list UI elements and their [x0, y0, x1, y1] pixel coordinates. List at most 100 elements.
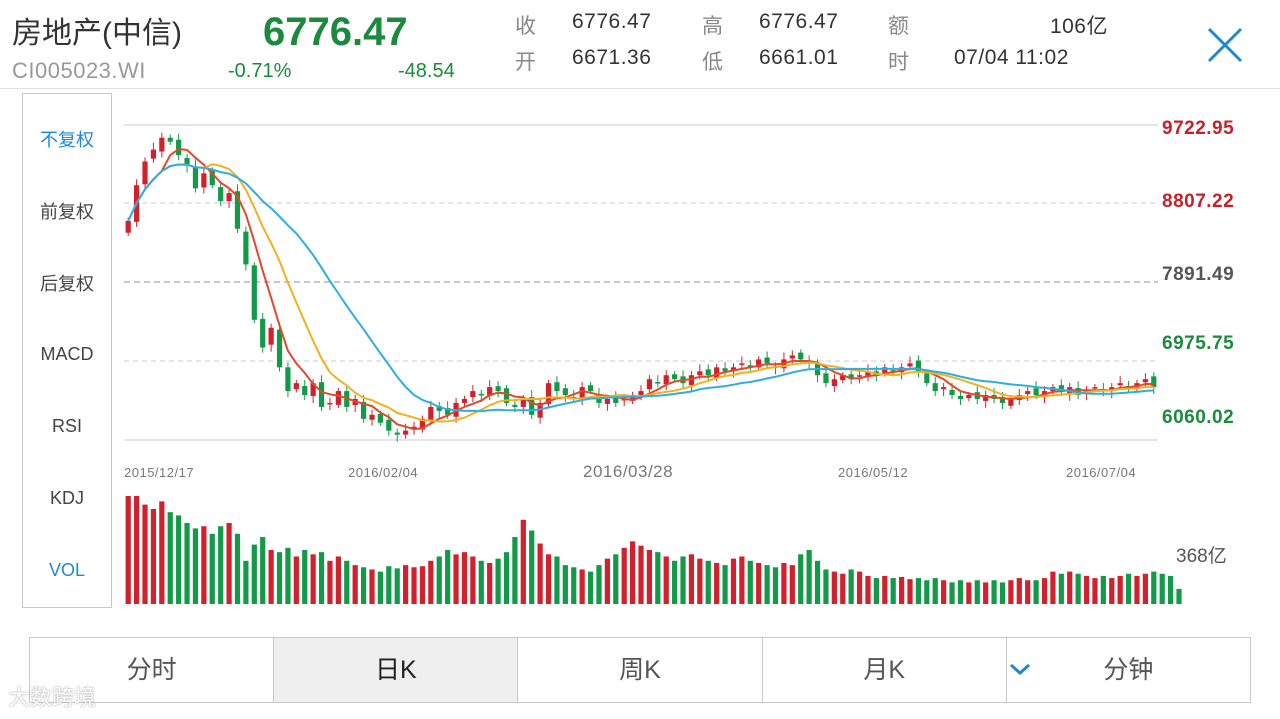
volume-bar: [571, 567, 577, 604]
candle-body: [201, 173, 207, 188]
volume-bar: [369, 569, 375, 604]
volume-bar: [949, 582, 955, 604]
volume-bar: [268, 550, 274, 604]
volume-bar: [470, 556, 476, 604]
volume-bar: [150, 508, 157, 604]
volume-bar: [714, 562, 720, 604]
candle-body: [470, 391, 476, 398]
period-tabs: 分时 日K 周K 月K 分钟: [29, 637, 1251, 703]
volume-bar: [461, 552, 468, 604]
volume-bar: [545, 554, 552, 604]
volume-bar: [1075, 573, 1081, 604]
candle-body: [646, 379, 653, 390]
candle-body: [318, 382, 325, 407]
candle-body: [1142, 379, 1148, 383]
candle-body: [789, 355, 795, 359]
volume-bar: [243, 560, 249, 604]
candle-body: [478, 393, 484, 396]
candle-body: [150, 149, 157, 159]
tab-weekly-k[interactable]: 周K: [518, 638, 763, 702]
volume-bar: [377, 571, 384, 604]
candle-body: [554, 382, 560, 392]
volume-bar: [318, 552, 325, 604]
volume-bar: [1142, 573, 1148, 604]
candle-body: [268, 327, 274, 345]
volume-bar: [1025, 580, 1031, 604]
volume-bar: [663, 556, 669, 604]
volume-bar: [865, 575, 871, 604]
y-tick-label: 8807.22: [1162, 191, 1235, 212]
kline-chart[interactable]: [0, 0, 1280, 719]
volume-bar: [495, 558, 501, 604]
volume-bar: [672, 560, 678, 604]
volume-bar: [184, 523, 190, 604]
volume-bar: [226, 523, 232, 604]
volume-bar: [823, 569, 829, 604]
volume-bar: [344, 560, 350, 604]
candle-body: [672, 374, 678, 380]
volume-bar: [999, 582, 1006, 604]
candle-body: [831, 379, 837, 387]
watermark: 大数跨境: [8, 685, 97, 710]
volume-bar: [915, 578, 922, 604]
tab-minute[interactable]: 分钟: [1007, 638, 1250, 702]
x-tick-label: 2016/07/04: [1066, 465, 1137, 480]
candle-body: [798, 352, 804, 360]
volume-bar: [529, 530, 535, 604]
volume-bar: [1033, 580, 1039, 604]
x-tick-label: 2016/05/12: [838, 465, 909, 480]
volume-bar: [327, 560, 333, 604]
candle-body: [218, 187, 224, 202]
volume-bar: [201, 526, 207, 604]
volume-bar: [596, 565, 602, 604]
candle-body: [176, 139, 182, 156]
candle-body: [276, 329, 283, 368]
volume-bar: [621, 547, 627, 604]
volume-bar: [974, 580, 980, 604]
volume-bar: [1058, 573, 1064, 604]
volume-bar: [579, 569, 585, 604]
candle-body: [512, 404, 518, 407]
volume-bar: [512, 537, 518, 604]
volume-bar: [352, 565, 358, 604]
volume-bar: [335, 556, 341, 604]
candle-body: [932, 383, 938, 392]
candle-body: [663, 375, 669, 385]
candle-body: [394, 432, 400, 435]
volume-bar: [293, 556, 299, 604]
candle-body: [714, 367, 720, 379]
volume-bar: [646, 550, 653, 604]
volume-bar: [587, 571, 594, 604]
candle-body: [369, 414, 375, 420]
candle-body: [638, 391, 644, 396]
volume-bar: [898, 577, 905, 604]
candle-body: [167, 137, 173, 142]
volume-bar: [192, 528, 199, 604]
volume-bar: [789, 565, 795, 604]
candle-body: [1151, 376, 1157, 388]
volume-bar: [1159, 573, 1165, 604]
volume-bar: [1134, 575, 1140, 604]
candle-body: [260, 318, 266, 348]
tab-monthly-k[interactable]: 月K: [763, 638, 1007, 702]
volume-bar: [436, 556, 442, 604]
volume-bar: [613, 554, 619, 604]
candle-body: [428, 406, 434, 420]
candle-body: [604, 399, 610, 404]
volume-bar: [983, 582, 989, 604]
volume-bar: [873, 578, 879, 604]
volume-bar: [218, 526, 224, 604]
volume-bar: [705, 560, 711, 604]
volume-bar: [1092, 578, 1098, 604]
candle-body: [957, 395, 964, 400]
candle-body: [251, 265, 257, 320]
tab-daily-k[interactable]: 日K: [274, 638, 519, 702]
volume-bar: [1168, 575, 1174, 604]
volume-bar: [209, 533, 215, 604]
volume-bar: [840, 573, 846, 604]
chevron-down-icon: [1009, 663, 1030, 676]
candle-body: [335, 391, 341, 405]
volume-bar: [814, 560, 821, 604]
volume-bar: [831, 571, 837, 604]
candle-body: [739, 363, 745, 365]
